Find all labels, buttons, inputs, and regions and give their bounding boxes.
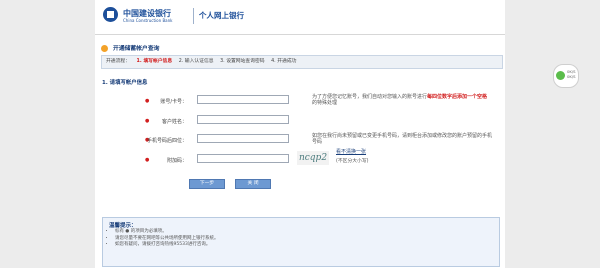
- network-speed-widget[interactable]: 0K/S 0K/S: [553, 64, 579, 88]
- account-number-hint: 为了方便您记忆账号，我们自动对您输入的账号进行每四位数字后添加一个空格的特殊处理: [312, 94, 488, 106]
- phone-hint: 如您在我行尚未预留或已变更手机号码，请到柜台添加或修改您的账户预留的手机号码: [312, 133, 493, 145]
- phone-last4-row: ● 手机号码后四位： 如您在我行尚未预留或已变更手机号码，请到柜台添加或修改您的…: [107, 131, 497, 149]
- customer-name-label: 客户姓名：: [161, 119, 187, 125]
- form-title: 1. 请填写帐户信息: [102, 80, 148, 86]
- step-1: 1. 填写帐户信息: [136, 59, 173, 64]
- next-button[interactable]: 下一步: [189, 179, 225, 189]
- header: 中国建设银行 China Construction Bank 个人网上银行: [95, 0, 505, 35]
- ccb-logo-icon: [103, 7, 118, 22]
- process-steps: 开通流程： 1. 填写帐户信息 2. 输入认证信息 3. 设置网站查询密码 4.…: [101, 55, 503, 69]
- bank-name-en: China Construction Bank: [123, 18, 173, 23]
- phone-last4-input[interactable]: [197, 134, 289, 143]
- tips-box: 温馨提示： 标有 ● 的项目为必填项。 请您尽量不要在网吧等公共场所使用网上银行…: [102, 217, 500, 267]
- step-4: 4. 开通成功: [271, 59, 297, 64]
- phone-last4-label: 手机号码后四位：: [146, 138, 187, 144]
- tips-list: 标有 ● 的项目为必填项。 请您尽量不要在网吧等公共场所使用网上银行系统。 如您…: [109, 229, 219, 249]
- captcha-note: (不区分大小写): [336, 159, 369, 164]
- tips-title: 温馨提示：: [109, 223, 137, 229]
- account-number-row: ● 账号/卡号： 为了方便您记忆账号，我们自动对您输入的账号进行每四位数字后添加…: [107, 92, 497, 110]
- section-dot-icon: [101, 45, 108, 52]
- bank-page: 中国建设银行 China Construction Bank 个人网上银行 开通…: [95, 0, 505, 268]
- captcha-input[interactable]: [197, 154, 289, 163]
- header-divider: [193, 8, 194, 24]
- section-title-text: 开通储蓄帐户查询: [113, 46, 160, 52]
- section-title: 开通储蓄帐户查询: [101, 43, 159, 52]
- close-button[interactable]: 关 闭: [235, 179, 271, 189]
- account-number-input[interactable]: [197, 95, 289, 104]
- step-2: 2. 输入认证信息: [178, 59, 214, 64]
- customer-name-input[interactable]: [197, 115, 289, 124]
- customer-name-row: ● 客户姓名：: [107, 112, 497, 130]
- steps-prefix: 开通流程：: [106, 59, 130, 64]
- captcha-label: 附加码：: [166, 158, 187, 164]
- step-3: 3. 设置网站查询密码: [220, 59, 265, 64]
- refresh-captcha-link[interactable]: 看不清换一张: [336, 148, 366, 155]
- captcha-image: ncqp2: [297, 151, 329, 165]
- online-banking-title: 个人网上银行: [199, 11, 244, 20]
- account-number-label: 账号/卡号：: [160, 99, 187, 105]
- speed-values: 0K/S 0K/S: [567, 69, 576, 79]
- speed-indicator-icon: [556, 71, 565, 80]
- tip-item: 如您有疑问，请拨打咨询热线95533进行咨询。: [115, 242, 219, 249]
